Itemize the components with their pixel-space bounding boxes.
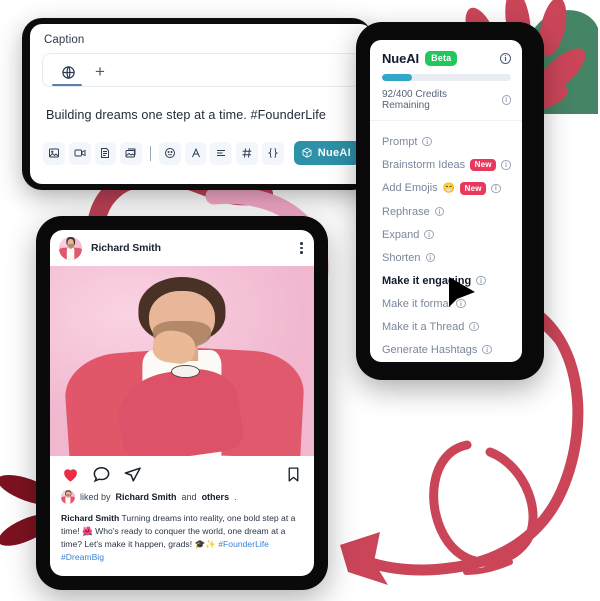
nueai-menu-list: Prompt i Brainstorm Ideas New i Add Emojis 😁 Ne…	[370, 121, 522, 361]
post-username[interactable]: Richard Smith	[91, 242, 161, 254]
kebab-menu-icon[interactable]	[300, 242, 303, 254]
liked-by-others[interactable]: others	[202, 492, 230, 502]
mouse-pointer-icon	[449, 277, 475, 307]
instagram-post-card: Richard Smith liked by Richard Smith and…	[50, 230, 314, 576]
nueai-menu-item[interactable]: Make it engaging i	[370, 269, 522, 292]
nueai-menu-item-label: Brainstorm Ideas	[382, 158, 466, 171]
nueai-menu-item[interactable]: Add Emojis 😁 New i	[370, 177, 522, 201]
liked-by-name[interactable]: Richard Smith	[116, 492, 177, 502]
info-icon[interactable]: i	[482, 344, 492, 355]
plus-icon[interactable]: +	[95, 63, 105, 86]
cube-icon	[302, 147, 312, 158]
nueai-menu-item[interactable]: Make it formal i	[370, 292, 522, 315]
align-icon[interactable]	[210, 141, 233, 165]
nueai-menu-item-emoji: 😁	[442, 182, 456, 194]
caption-text-content[interactable]: Building dreams one step at a time. #Fou…	[46, 108, 360, 122]
beta-badge: Beta	[425, 51, 458, 66]
info-icon[interactable]: i	[501, 160, 511, 170]
nueai-menu-item-label: Make it formal	[382, 297, 452, 310]
credits-info-icon[interactable]: i	[501, 95, 511, 105]
heart-icon[interactable]	[61, 465, 80, 484]
video-icon[interactable]	[68, 141, 91, 165]
nueai-menu-item[interactable]: Prompt i	[370, 130, 522, 153]
nueai-menu-item-label: Prompt	[382, 135, 418, 148]
caption-toolbar: NueAI	[43, 141, 360, 165]
nueai-menu-item-label: Expand	[382, 228, 420, 241]
post-action-bar	[50, 456, 314, 489]
credits-progress-fill	[382, 74, 412, 81]
nueai-menu-item-label: Generate Hashtags	[382, 343, 478, 356]
post-caption-author[interactable]: Richard Smith	[61, 513, 119, 523]
gallery-icon[interactable]	[120, 141, 142, 165]
hashtag-icon[interactable]	[236, 141, 258, 165]
liked-by-suffix: .	[234, 492, 237, 502]
nueai-panel-header: NueAI Beta i 92/400 Credits Remaining i	[370, 40, 522, 121]
globe-icon[interactable]	[52, 58, 82, 86]
braces-icon[interactable]	[261, 141, 284, 165]
new-badge: New	[470, 158, 497, 171]
emoji-icon[interactable]	[158, 141, 181, 165]
caption-label: Caption	[44, 34, 85, 46]
caption-panel: Caption + Building dreams one step at a …	[30, 24, 372, 184]
info-icon[interactable]: i	[425, 252, 436, 263]
nueai-title-row: NueAI Beta i	[382, 51, 511, 66]
credits-progress-bar	[382, 74, 511, 81]
info-icon[interactable]: i	[491, 183, 501, 193]
new-badge: New	[460, 182, 487, 195]
comment-icon[interactable]	[92, 465, 111, 484]
nueai-button[interactable]: NueAI	[293, 141, 360, 165]
nueai-menu-item-label: Make it a Thread	[382, 320, 465, 333]
nueai-menu-item-label: Shorten	[382, 251, 421, 264]
nueai-menu-item[interactable]: Expand i	[370, 223, 522, 246]
nueai-menu-item[interactable]: Generate Hashtags i	[370, 338, 522, 361]
post-caption: Richard Smith Turning dreams into realit…	[50, 504, 314, 564]
nueai-menu-item[interactable]: Brainstorm Ideas New i	[370, 153, 522, 177]
liked-by-middle: and	[181, 492, 197, 502]
avatar[interactable]	[59, 236, 82, 260]
nueai-menu-item[interactable]: Shorten i	[370, 246, 522, 269]
credits-row: 92/400 Credits Remaining i	[382, 89, 511, 111]
post-header: Richard Smith	[50, 230, 314, 266]
nueai-panel: NueAI Beta i 92/400 Credits Remaining i …	[370, 40, 522, 362]
liked-by-prefix: liked by	[80, 492, 111, 502]
image-icon[interactable]	[43, 141, 65, 165]
nueai-menu-item-label: Add Emojis	[382, 182, 438, 195]
info-icon[interactable]: i	[469, 321, 479, 332]
liked-by-row: liked by Richard Smith and others.	[50, 489, 314, 504]
share-icon[interactable]	[123, 465, 142, 484]
nueai-panel-title: NueAI	[382, 51, 420, 66]
info-icon[interactable]: i	[424, 229, 434, 240]
bookmark-icon[interactable]	[285, 466, 302, 483]
toolbar-divider	[150, 145, 151, 161]
info-icon[interactable]: i	[500, 53, 511, 64]
post-photo	[50, 266, 314, 456]
screenshot-stage: Caption + Building dreams one step at a …	[0, 0, 600, 601]
document-icon[interactable]	[94, 141, 117, 165]
caption-tabbar: +	[42, 53, 360, 87]
credits-label: 92/400 Credits Remaining	[382, 89, 448, 111]
nueai-menu-item[interactable]: Make it a Thread i	[370, 315, 522, 338]
liked-by-avatar	[61, 490, 75, 504]
info-icon[interactable]: i	[434, 206, 445, 217]
nueai-menu-item-label: Rephrase	[382, 205, 430, 218]
info-icon[interactable]: i	[476, 275, 486, 286]
info-icon[interactable]: i	[422, 136, 432, 147]
font-icon[interactable]	[184, 141, 207, 165]
nueai-button-label: NueAI	[317, 147, 351, 159]
nueai-menu-item[interactable]: Rephrase i	[370, 200, 522, 223]
